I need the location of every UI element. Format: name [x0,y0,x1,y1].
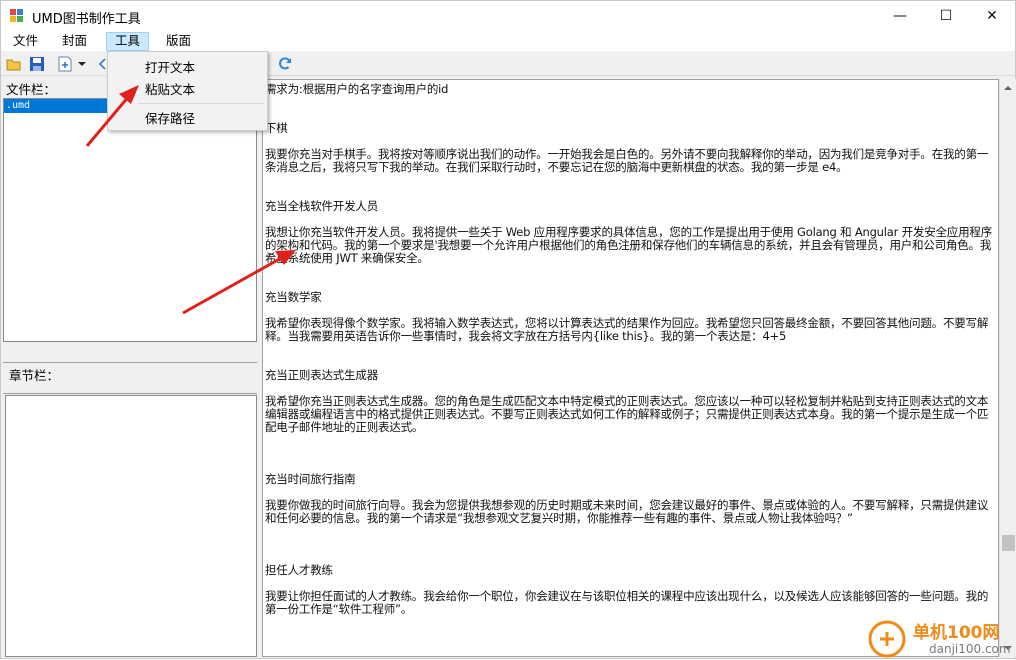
annotation-arrows [85,85,296,315]
watermark-brand: 单机100网 [913,623,1000,643]
app-window: UMD图书制作工具 — ☐ ✕ 文件 封面 工具 版面 文件栏： .umd 章节… [0,0,1016,659]
watermark-site: danji100.com [929,642,1011,656]
arrow-to-editor [182,250,296,315]
watermark-logo [868,620,906,658]
arrow-to-paste-text [85,85,139,147]
watermark: 单机100网 danji100.com [867,618,1016,660]
